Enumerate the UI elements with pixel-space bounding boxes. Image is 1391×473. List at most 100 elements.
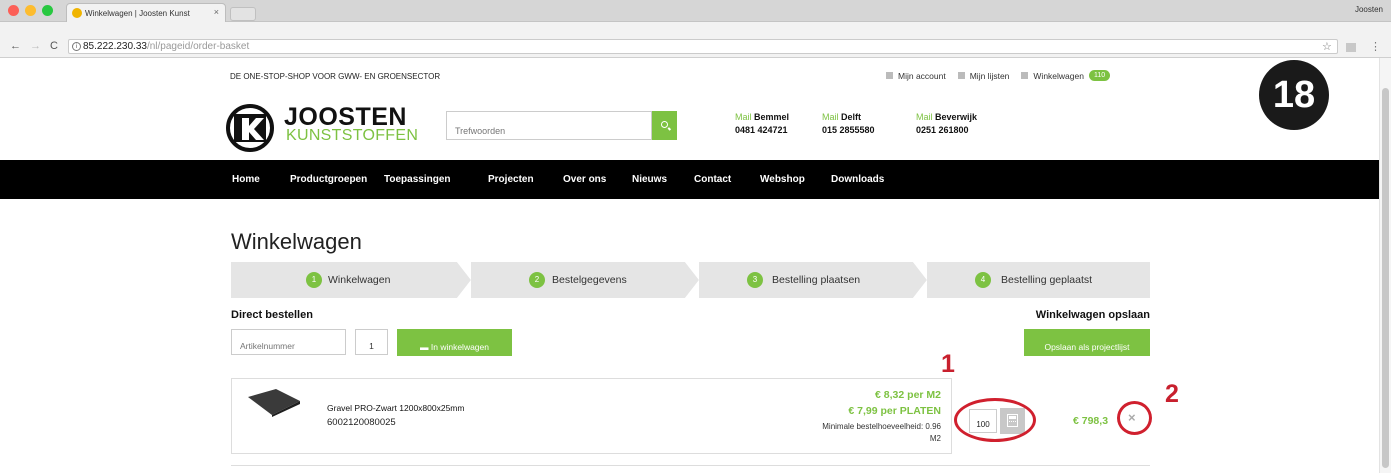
user-icon — [886, 72, 893, 79]
step-label: Bestelgegevens — [552, 274, 627, 286]
nav-toepassingen[interactable]: Toepassingen — [384, 174, 451, 185]
step-gap — [457, 262, 471, 298]
cart-icon: ▬ — [420, 342, 431, 352]
my-lists-label: Mijn lijsten — [969, 70, 1010, 81]
nav-downloads[interactable]: Downloads — [831, 174, 884, 185]
url-host: 85.222.230.33 — [83, 41, 147, 52]
browser-tab[interactable]: Winkelwagen | Joosten Kunst × — [66, 3, 226, 22]
star-icon[interactable]: ☆ — [1322, 40, 1332, 53]
extension-icon[interactable] — [1346, 43, 1356, 52]
nav-webshop[interactable]: Webshop — [760, 174, 805, 185]
step-gap — [685, 262, 699, 298]
logo-subtitle[interactable]: KUNSTSTOFFEN — [286, 127, 418, 145]
callout-number-1: 1 — [941, 350, 955, 378]
info-icon[interactable]: i — [72, 42, 81, 51]
cart-item-row: Gravel PRO-Zwart 1200x800x25mm 600212008… — [231, 378, 952, 454]
new-tab-button[interactable] — [230, 7, 256, 21]
branch-beverwijk: Mail Beverwijk 0251 261800 — [916, 111, 977, 137]
minimum-order-unit: M2 — [929, 434, 941, 443]
branch-phone: 0251 261800 — [916, 125, 969, 135]
step-number: 3 — [747, 272, 763, 288]
my-lists-link[interactable]: Mijn lijsten — [957, 70, 1010, 81]
branch-phone: 0481 424721 — [735, 125, 788, 135]
branch-city: Bemmel — [754, 112, 790, 122]
favicon-icon — [72, 8, 82, 18]
step-gap — [913, 262, 927, 298]
my-account-link[interactable]: Mijn account — [886, 71, 946, 81]
forward-icon[interactable]: → — [30, 40, 41, 52]
nav-nieuws[interactable]: Nieuws — [632, 174, 667, 185]
minimum-order-text: Minimale bestelhoeveelheid: 0.96 — [822, 422, 941, 431]
step-number: 1 — [306, 272, 322, 288]
article-number-input[interactable] — [231, 329, 346, 355]
my-account-label: Mijn account — [898, 70, 946, 81]
price-per-m2: € 8,32 per M2 — [875, 389, 941, 401]
branch-city: Delft — [841, 112, 862, 122]
save-as-project-list-button[interactable]: Opslaan als projectlijst — [1024, 329, 1150, 356]
scroll-thumb[interactable] — [1382, 88, 1389, 468]
main-nav — [0, 160, 1379, 199]
top-links: Mijn account Mijn lijsten Winkelwagen 110 — [886, 70, 1111, 81]
address-bar[interactable]: i 85.222.230.33/nl/pageid/order-basket — [68, 39, 1338, 54]
step-label: Winkelwagen — [328, 274, 391, 286]
step-number: 2 — [529, 272, 545, 288]
checkout-step-1[interactable]: 1 Winkelwagen — [231, 262, 457, 298]
nav-contact[interactable]: Contact — [694, 174, 731, 185]
branch-mail-link[interactable]: Mail — [916, 112, 933, 122]
branch-mail-link[interactable]: Mail — [735, 112, 752, 122]
step-number: 4 — [975, 272, 991, 288]
close-window-icon[interactable] — [8, 5, 19, 16]
nav-over-ons[interactable]: Over ons — [563, 174, 606, 185]
direct-order-title: Direct bestellen — [231, 309, 313, 321]
logo-mark-icon[interactable] — [222, 104, 278, 152]
profile-name[interactable]: Joosten — [1355, 5, 1383, 14]
search-input[interactable] — [446, 111, 652, 140]
branch-mail-link[interactable]: Mail — [822, 112, 839, 122]
menu-icon[interactable]: ⋮ — [1370, 40, 1381, 53]
maximize-window-icon[interactable] — [42, 5, 53, 16]
reload-icon[interactable]: C — [50, 40, 58, 52]
direct-quantity-input[interactable] — [355, 329, 388, 355]
url-path: /nl/pageid/order-basket — [146, 41, 250, 52]
line-total: € 798,3 — [1073, 415, 1109, 427]
product-sku: 6002120080025 — [327, 417, 396, 428]
nav-projecten[interactable]: Projecten — [488, 174, 534, 185]
branch-city: Beverwijk — [935, 112, 978, 122]
callout-ring-remove — [1117, 401, 1152, 435]
search-button[interactable] — [652, 111, 677, 140]
branch-bemmel: Mail Bemmel 0481 424721 — [735, 111, 789, 137]
save-cart-title: Winkelwagen opslaan — [1035, 309, 1150, 321]
add-to-cart-button[interactable]: ▬ In winkelwagen — [397, 329, 512, 356]
list-icon — [957, 72, 965, 79]
callout-ring-quantity — [954, 398, 1036, 442]
price-per-plate: € 7,99 per PLATEN — [848, 405, 941, 417]
back-icon[interactable]: ← — [10, 40, 21, 52]
checkout-step-3: 3 Bestelling plaatsen — [699, 262, 913, 298]
checkout-step-4: 4 Bestelling geplaatst — [927, 262, 1150, 298]
cart-label: Winkelwagen — [1033, 70, 1084, 81]
cart-count-badge: 110 — [1088, 70, 1111, 81]
page-scrollbar[interactable] — [1379, 58, 1391, 473]
page-title: Winkelwagen — [231, 229, 362, 254]
tab-title: Winkelwagen | Joosten Kunst — [85, 9, 190, 18]
branch-phone: 015 2855580 — [822, 125, 875, 135]
branch-delft: Mail Delft 015 2855580 — [822, 111, 875, 137]
tab-close-icon[interactable]: × — [214, 7, 219, 17]
step-label: Bestelling plaatsen — [772, 274, 861, 286]
product-image[interactable] — [246, 387, 302, 417]
site-tagline: DE ONE-STOP-SHOP VOOR GWW- EN GROENSECTO… — [230, 72, 441, 81]
nav-home[interactable]: Home — [232, 174, 260, 185]
cart-link[interactable]: Winkelwagen 110 — [1021, 70, 1111, 81]
step-label: Bestelling geplaatst — [1001, 274, 1093, 286]
add-to-cart-label: In winkelwagen — [430, 342, 489, 352]
window-controls — [8, 5, 53, 16]
callout-number-2: 2 — [1165, 380, 1179, 408]
search-icon — [661, 121, 668, 128]
cart-icon — [1021, 72, 1029, 79]
tutorial-step-badge: 18 — [1259, 60, 1329, 130]
nav-productgroepen[interactable]: Productgroepen — [290, 174, 367, 185]
product-name[interactable]: Gravel PRO-Zwart 1200x800x25mm — [327, 403, 464, 413]
minimum-order-note: Minimale bestelhoeveelheid: 0.96 M2 — [781, 421, 941, 445]
browser-titlebar: Winkelwagen | Joosten Kunst × Joosten — [0, 0, 1391, 22]
minimize-window-icon[interactable] — [25, 5, 36, 16]
